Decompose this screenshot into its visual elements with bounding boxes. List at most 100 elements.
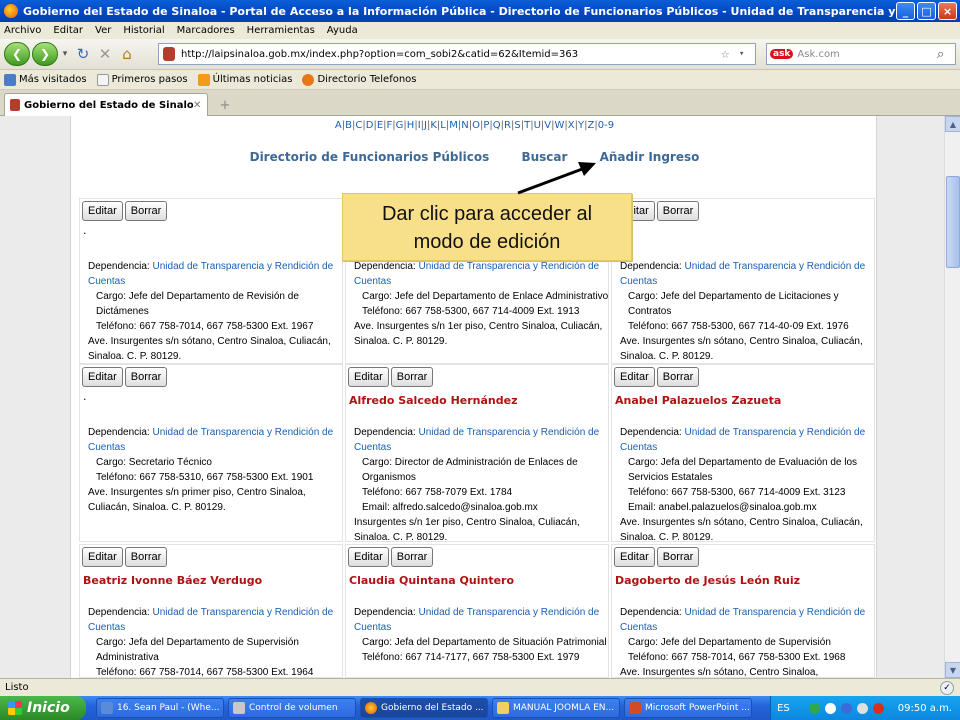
alphabet-link[interactable]: W — [555, 120, 565, 131]
alphabet-link[interactable]: G — [396, 120, 404, 131]
alphabet-link[interactable]: N — [461, 120, 468, 131]
edit-button[interactable]: Editar — [614, 367, 655, 387]
history-dropdown-icon[interactable]: ▾ — [58, 43, 72, 65]
dependency-label: Dependencia: — [620, 427, 682, 438]
official-name[interactable]: Beatriz Ivonne Báez Verdugo — [83, 574, 262, 587]
alphabet-link[interactable]: X — [568, 120, 575, 131]
start-button[interactable]: Inicio — [0, 696, 86, 720]
link-directorio[interactable]: Directorio de Funcionarios Públicos — [250, 150, 490, 164]
bookmark-star-icon[interactable]: ☆ — [721, 46, 739, 62]
edit-button[interactable]: Editar — [614, 547, 655, 567]
menu-historial[interactable]: Historial — [123, 25, 164, 36]
alphabet-link[interactable]: U — [534, 120, 541, 131]
task-manual-joomla[interactable]: MANUAL JOOMLA EN... — [492, 698, 620, 718]
delete-button[interactable]: Borrar — [124, 367, 168, 387]
address-bar[interactable]: http://laipsinaloa.gob.mx/index.php?opti… — [158, 43, 756, 65]
scroll-thumb[interactable] — [946, 176, 960, 268]
alphabet-link[interactable]: 0-9 — [598, 120, 614, 131]
official-name[interactable]: Dagoberto de Jesús León Ruiz — [615, 574, 800, 587]
task-volume-control[interactable]: Control de volumen — [228, 698, 356, 718]
task-powerpoint[interactable]: Microsoft PowerPoint ... — [624, 698, 752, 718]
ask-engine-icon[interactable]: ask — [770, 49, 794, 59]
vertical-scrollbar[interactable]: ▲ ▼ — [944, 116, 960, 678]
search-placeholder[interactable]: Ask.com — [797, 49, 937, 60]
dependency-row: Dependencia: Unidad de Transparencia y R… — [620, 259, 874, 289]
delete-button[interactable]: Borrar — [124, 201, 168, 221]
dependency-label: Dependencia: — [88, 261, 150, 272]
delete-button[interactable]: Borrar — [656, 547, 700, 567]
bookmark-mas-visitados[interactable]: Más visitados — [4, 73, 87, 86]
tab-active[interactable]: Gobierno del Estado de Sinaloa - Por... … — [4, 93, 208, 116]
official-name[interactable]: Claudia Quintana Quintero — [349, 574, 514, 587]
alphabet-link[interactable]: R — [504, 120, 511, 131]
minimize-button[interactable]: _ — [896, 2, 915, 20]
card-actions: EditarBorrar — [614, 367, 700, 387]
scroll-down-icon[interactable]: ▼ — [945, 662, 960, 678]
stop-icon[interactable]: ✕ — [94, 43, 116, 65]
edit-button[interactable]: Editar — [348, 367, 389, 387]
official-card: Editar Borrar. Dependencia: Unidad de Tran… — [79, 198, 343, 364]
delete-button[interactable]: Borrar — [390, 367, 434, 387]
official-card: Editar Borrar Alfredo Salcedo Hernández Dep… — [345, 364, 609, 542]
alphabet-link[interactable]: A — [335, 120, 342, 131]
alphabet-link[interactable]: D — [366, 120, 374, 131]
delete-button[interactable]: Borrar — [124, 547, 168, 567]
scroll-up-icon[interactable]: ▲ — [945, 116, 960, 132]
help-icon[interactable] — [824, 702, 836, 714]
new-tab-icon[interactable]: + — [216, 96, 234, 114]
edit-button[interactable]: Editar — [82, 201, 123, 221]
alphabet-link[interactable]: H — [407, 120, 415, 131]
address-dropdown-icon[interactable]: ▾ — [739, 49, 755, 59]
edit-button[interactable]: Editar — [82, 547, 123, 567]
menu-marcadores[interactable]: Marcadores — [177, 25, 235, 36]
detail-line: Teléfono: 667 758-5300, 667 714-4009 Ext… — [628, 487, 846, 498]
network-icon[interactable] — [808, 702, 820, 714]
navigation-toolbar: ❮ ❯ ▾ ↻ ✕ ⌂ http://laipsinaloa.gob.mx/in… — [0, 39, 960, 70]
home-icon[interactable]: ⌂ — [116, 43, 138, 65]
alphabet-link[interactable]: Q — [493, 120, 501, 131]
alphabet-link[interactable]: C — [355, 120, 362, 131]
menu-herramientas[interactable]: Herramientas — [247, 25, 315, 36]
official-name[interactable]: Alfredo Salcedo Hernández — [349, 394, 518, 407]
back-button[interactable]: ❮ — [4, 42, 30, 66]
card-actions: EditarBorrar — [348, 547, 434, 567]
alphabet-link[interactable]: M — [449, 120, 458, 131]
reload-icon[interactable]: ↻ — [72, 43, 94, 65]
official-card: Editar Borrar Dagoberto de Jesús León Ruiz… — [611, 544, 875, 678]
delete-button[interactable]: Borrar — [656, 201, 700, 221]
menu-ver[interactable]: Ver — [95, 25, 111, 36]
alphabet-link[interactable]: V — [544, 120, 551, 131]
edit-button[interactable]: Editar — [82, 367, 123, 387]
search-box[interactable]: ask Ask.com ⌕ — [766, 43, 956, 65]
menu-editar[interactable]: Editar — [53, 25, 83, 36]
address-line: Ave. Insurgentes s/n sótano, Centro Sina… — [620, 517, 863, 542]
official-details: Dependencia: Unidad de Transparencia y R… — [88, 259, 342, 363]
menu-ayuda[interactable]: Ayuda — [327, 25, 358, 36]
alphabet-link[interactable]: O — [472, 120, 480, 131]
alphabet-link[interactable]: Z — [587, 120, 594, 131]
bluetooth-icon[interactable] — [840, 702, 852, 714]
official-card: EditarBorrarDependencia: Unidad de Trans… — [611, 198, 875, 364]
tab-close-icon[interactable]: ✕ — [193, 100, 207, 111]
link-buscar[interactable]: Buscar — [521, 150, 567, 164]
link-anadir-ingreso[interactable]: Añadir Ingreso — [600, 150, 700, 164]
delete-button[interactable]: Borrar — [390, 547, 434, 567]
alphabet-link[interactable]: B — [345, 120, 352, 131]
task-media-player[interactable]: 16. Sean Paul - (Whe... — [96, 698, 224, 718]
search-icon[interactable]: ⌕ — [937, 47, 955, 62]
forward-button[interactable]: ❯ — [32, 42, 58, 66]
bookmark-directorio-telefonos[interactable]: Directorio Telefonos — [302, 73, 417, 86]
language-indicator[interactable]: ES — [777, 703, 790, 714]
address-url[interactable]: http://laipsinaloa.gob.mx/index.php?opti… — [181, 49, 721, 60]
bookmark-ultimas-noticias[interactable]: Últimas noticias — [197, 73, 292, 86]
speaker-icon[interactable] — [856, 702, 868, 714]
task-firefox[interactable]: Gobierno del Estado ... — [360, 698, 488, 718]
edit-button[interactable]: Editar — [348, 547, 389, 567]
maximize-button[interactable]: □ — [917, 2, 936, 20]
menu-archivo[interactable]: Archivo — [4, 25, 41, 36]
delete-button[interactable]: Borrar — [656, 367, 700, 387]
bookmark-primeros-pasos[interactable]: Primeros pasos — [96, 73, 188, 86]
close-button[interactable]: × — [938, 2, 957, 20]
security-icon[interactable] — [872, 702, 884, 714]
official-name[interactable]: Anabel Palazuelos Zazueta — [615, 394, 781, 407]
